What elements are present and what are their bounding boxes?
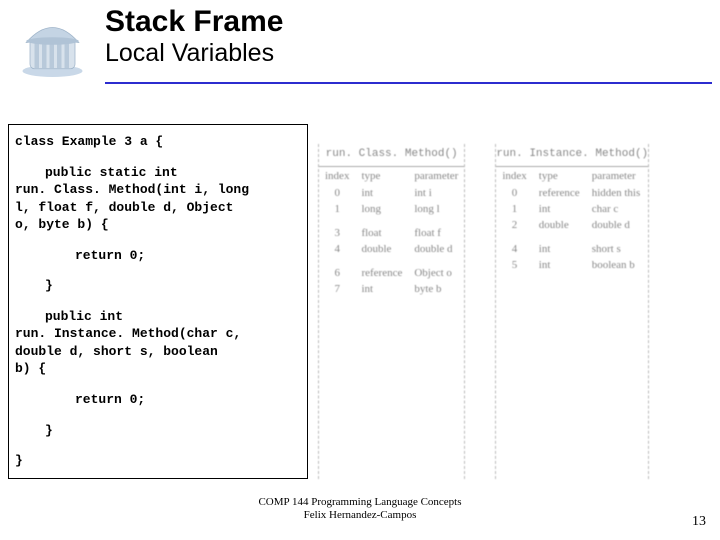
page-number: 13 xyxy=(692,514,706,530)
slide-header: Stack Frame Local Variables xyxy=(0,0,720,80)
code-line: } xyxy=(15,452,301,470)
table-row: 1longlong l xyxy=(319,201,464,217)
code-line: o, byte b) { xyxy=(15,216,301,234)
slide-title: Stack Frame xyxy=(105,5,720,38)
table-row: 7intbyte b xyxy=(319,281,464,297)
code-line: run. Class. Method(int i, long xyxy=(15,181,301,199)
code-line: } xyxy=(15,422,301,440)
table-row: 1intchar c xyxy=(496,201,646,217)
code-example-box: class Example 3 a { public static int ru… xyxy=(8,124,308,479)
slide-footer: COMP 144 Programming Language Concepts F… xyxy=(0,496,720,522)
col-param: parameter xyxy=(408,167,464,185)
class-method-table: run. Class. Method() index type paramete… xyxy=(318,144,465,479)
locals-table-left: index type parameter 0intint i 1longlong… xyxy=(319,167,464,297)
table-row: 0intint i xyxy=(319,185,464,201)
table-row: 5intboolean b xyxy=(496,257,646,273)
col-param: parameter xyxy=(586,167,647,185)
table-row: 4doubledouble d xyxy=(319,241,464,257)
col-type: type xyxy=(533,167,586,185)
footer-course: COMP 144 Programming Language Concepts xyxy=(0,496,720,509)
col-type: type xyxy=(355,167,408,185)
table-row: 4intshort s xyxy=(496,241,646,257)
code-line: } xyxy=(15,277,301,295)
code-line: public int xyxy=(15,308,301,326)
code-line: return 0; xyxy=(15,247,301,265)
table-header-row: index type parameter xyxy=(496,167,646,185)
table-heading: run. Instance. Method() xyxy=(496,144,648,166)
table-header-row: index type parameter xyxy=(319,167,464,185)
code-line: public static int xyxy=(15,164,301,182)
slide-subtitle: Local Variables xyxy=(105,38,720,68)
table-row: 2doubledouble d xyxy=(496,217,646,233)
table-heading: run. Class. Method() xyxy=(319,144,464,166)
title-block: Stack Frame Local Variables xyxy=(90,5,720,68)
table-row: 6referenceObject o xyxy=(319,265,464,281)
col-index: index xyxy=(496,167,532,185)
locals-table-right: index type parameter 0referencehidden th… xyxy=(496,167,646,273)
well-logo-icon xyxy=(15,5,90,80)
instance-method-table: run. Instance. Method() index type param… xyxy=(495,144,649,479)
content-area: class Example 3 a { public static int ru… xyxy=(0,84,720,479)
table-row: 3floatfloat f xyxy=(319,225,464,241)
code-line: l, float f, double d, Object xyxy=(15,199,301,217)
tables-area: run. Class. Method() index type paramete… xyxy=(318,124,712,479)
footer-author: Felix Hernandez-Campos xyxy=(0,509,720,522)
col-index: index xyxy=(319,167,355,185)
code-line: class Example 3 a { xyxy=(15,133,301,151)
code-line: return 0; xyxy=(15,391,301,409)
code-line: double d, short s, boolean xyxy=(15,343,301,361)
code-line: b) { xyxy=(15,360,301,378)
code-line: run. Instance. Method(char c, xyxy=(15,325,301,343)
table-row: 0referencehidden this xyxy=(496,185,646,201)
